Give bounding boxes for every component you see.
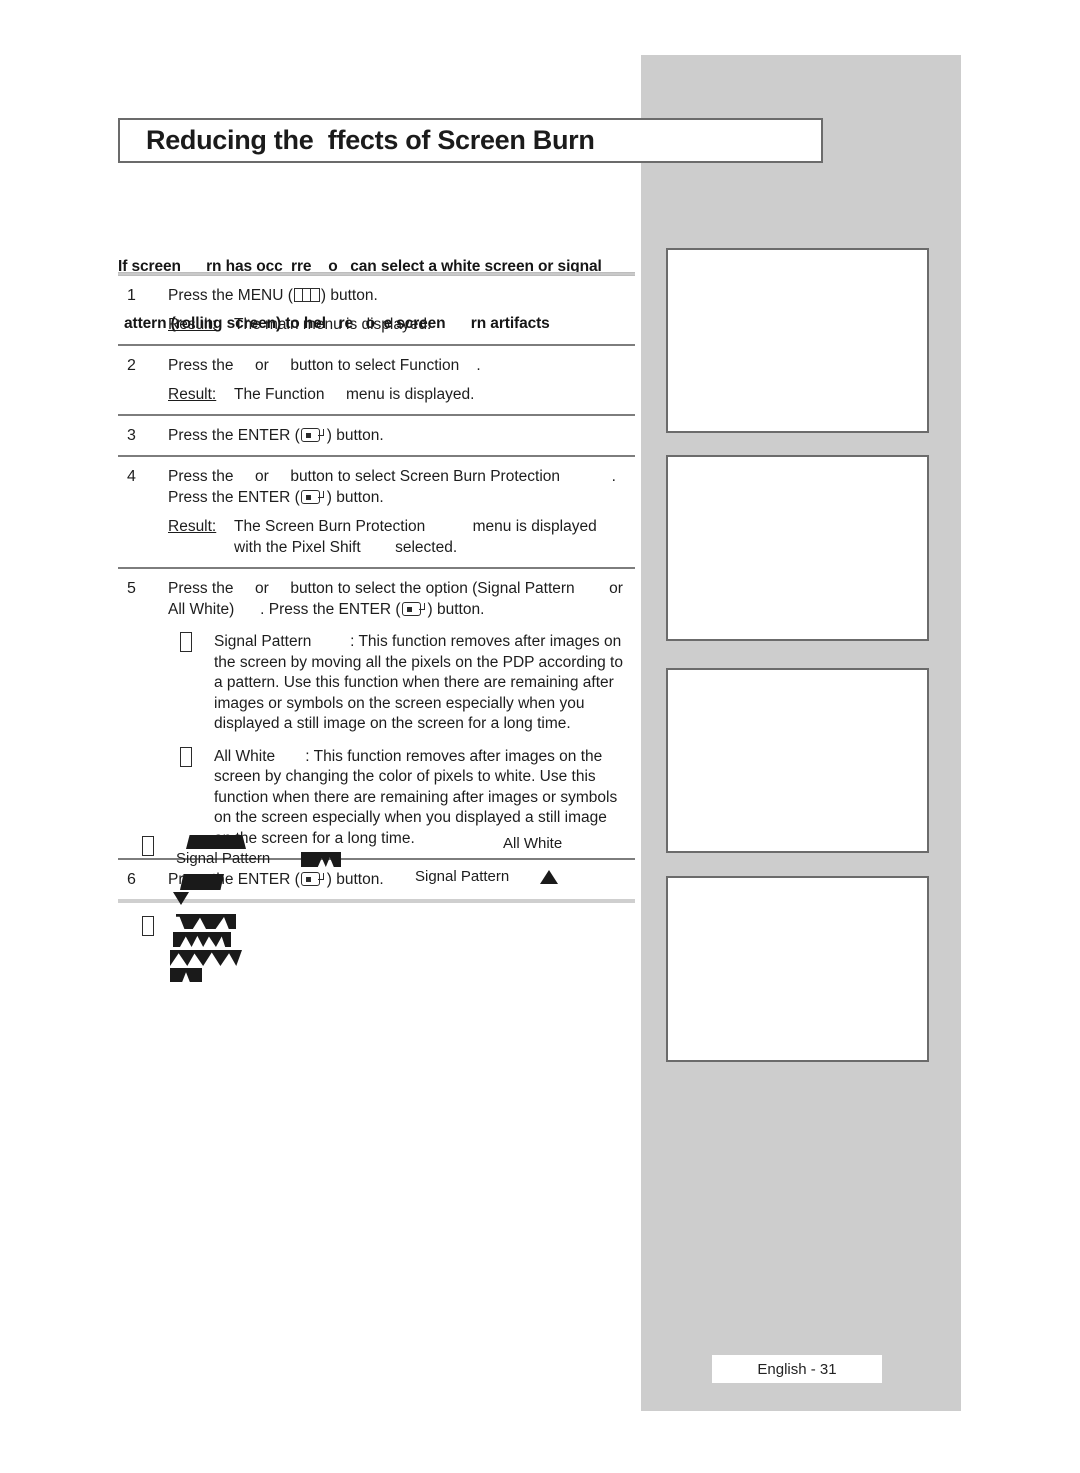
manual-page: Reducing the ffects of Screen Burn If sc… <box>0 0 1080 1473</box>
note-1-right-top-label: All White <box>503 835 563 852</box>
step-1-text-pre: Press the MENU ( <box>168 287 293 304</box>
page-title: Reducing the ffects of Screen Burn <box>146 125 595 155</box>
step-1-instruction: Press the MENU ( ) button. <box>168 285 635 306</box>
step-4-result: Result: The Screen Burn Protection menu … <box>168 516 635 558</box>
scan-artifact-blob <box>173 932 231 947</box>
step-4-instruction-a: Press the or button to select Screen Bur… <box>168 468 616 485</box>
step-3: 3 Press the ENTER ( ) button. <box>118 416 635 455</box>
scan-artifact-blob <box>176 914 236 929</box>
scan-artifact-blob <box>186 835 246 849</box>
step-5-text-pre: All White) . Press the ENTER ( <box>168 601 401 618</box>
step-4-result-text: The Screen Burn Protection menu is displ… <box>234 516 635 558</box>
page-title-bar: Reducing the ffects of Screen Burn <box>118 118 823 163</box>
figure-placeholder-2 <box>666 455 929 641</box>
bullet-1-line-1: Signal Pattern : This function removes a… <box>214 633 622 650</box>
bullet-2-line-1: All White : This function removes after … <box>214 747 603 765</box>
step-4-result-line-2: with the Pixel Shift selected. <box>234 539 458 556</box>
enter-icon <box>300 428 326 442</box>
step-4-text-post: ) button. <box>326 489 384 506</box>
note-1-right-label: Signal Pattern <box>415 868 510 885</box>
note-marker-icon <box>130 836 154 861</box>
step-1-result-text: The main menu is displayed. <box>234 316 432 333</box>
scan-artifact-blob <box>180 874 224 890</box>
enter-icon <box>300 490 326 504</box>
step-2-body: Press the or button to select Function .… <box>168 355 635 405</box>
step-2-result-label: Result: <box>168 386 217 403</box>
step-5-bullet-1: Signal Pattern : This function removes a… <box>168 632 635 735</box>
scan-artifact-triangle-up <box>540 870 558 884</box>
step-3-number: 3 <box>127 427 136 444</box>
step-3-instruction: Press the ENTER ( ) button. <box>168 425 635 446</box>
step-1-result-label: Result: <box>168 316 217 333</box>
step-2-result: Result: The Function menu is displayed. <box>168 384 635 405</box>
step-4: 4 Press the or button to select Screen B… <box>118 457 635 567</box>
scan-artifact-blob <box>301 852 341 867</box>
step-5-text-post: ) button. <box>427 601 485 618</box>
step-5-body: Press the or button to select the option… <box>168 578 635 849</box>
figure-placeholder-3 <box>666 668 929 853</box>
step-4-number: 4 <box>127 468 136 485</box>
step-5-number: 5 <box>127 580 136 597</box>
step-2: 2 Press the or button to select Function… <box>118 346 635 414</box>
step-1: 1 Press the MENU ( ) button. Result: The … <box>118 276 635 344</box>
note-marker-icon <box>130 916 154 941</box>
bullet-2-line-2: screen by changing the color of pixels t… <box>214 768 596 785</box>
page-footer: English - 31 <box>712 1355 882 1383</box>
bullet-marker-icon <box>168 632 214 735</box>
step-3-body: Press the ENTER ( ) button. <box>168 425 635 446</box>
step-3-text-post: ) button. <box>326 427 384 444</box>
step-1-body: Press the MENU ( ) button. Result: The ma… <box>168 285 635 335</box>
bullet-1-line-2: the screen by moving all the pixels on t… <box>214 653 623 671</box>
step-4-result-label: Result: <box>168 518 217 535</box>
enter-icon <box>401 602 427 616</box>
step-5-bullet-1-text: Signal Pattern : This function removes a… <box>214 632 635 735</box>
bullet-1-line-5: displayed a still image on the screen fo… <box>214 715 571 732</box>
step-1-number: 1 <box>127 287 136 304</box>
bullet-1-line-4: images or symbols on the screen especial… <box>214 694 585 712</box>
scan-artifact-blob <box>170 968 202 982</box>
menu-icon <box>293 288 320 302</box>
notes-area: Signal Pattern All White Signal Pattern <box>118 826 658 982</box>
figure-placeholder-1 <box>666 248 929 433</box>
figure-placeholder-4 <box>666 876 929 1062</box>
note-1: Signal Pattern All White Signal Pattern <box>118 826 658 910</box>
step-1-text-post: ) button. <box>320 287 378 304</box>
step-1-result: Result: The main menu is displayed. <box>168 314 635 335</box>
step-5: 5 Press the or button to select the opti… <box>118 569 635 858</box>
bullet-2-line-3: function when there are remaining after … <box>214 788 618 806</box>
step-5-instruction-b: All White) . Press the ENTER ( ) button. <box>168 599 635 620</box>
step-2-result-text: The Function menu is displayed. <box>234 386 475 403</box>
step-2-instruction: Press the or button to select Function . <box>168 357 481 374</box>
page-number-label: English - 31 <box>757 1360 837 1378</box>
step-4-body: Press the or button to select Screen Bur… <box>168 466 635 558</box>
scan-artifact-triangle-down <box>173 892 189 905</box>
step-3-text-pre: Press the ENTER ( <box>168 427 300 444</box>
note-1-label: Signal Pattern <box>176 850 271 867</box>
step-4-result-line-1: The Screen Burn Protection menu is displ… <box>234 518 597 535</box>
step-2-number: 2 <box>127 357 136 374</box>
steps-list: 1 Press the MENU ( ) button. Result: The … <box>118 272 635 903</box>
step-4-text-pre: Press the ENTER ( <box>168 489 300 506</box>
note-2 <box>118 910 658 982</box>
step-5-instruction-a: Press the or button to select the option… <box>168 580 623 597</box>
bullet-1-line-3: a pattern. Use this function when there … <box>214 674 614 691</box>
scan-artifact-blob <box>170 950 242 966</box>
step-4-instruction-b: Press the ENTER ( ) button. <box>168 487 635 508</box>
